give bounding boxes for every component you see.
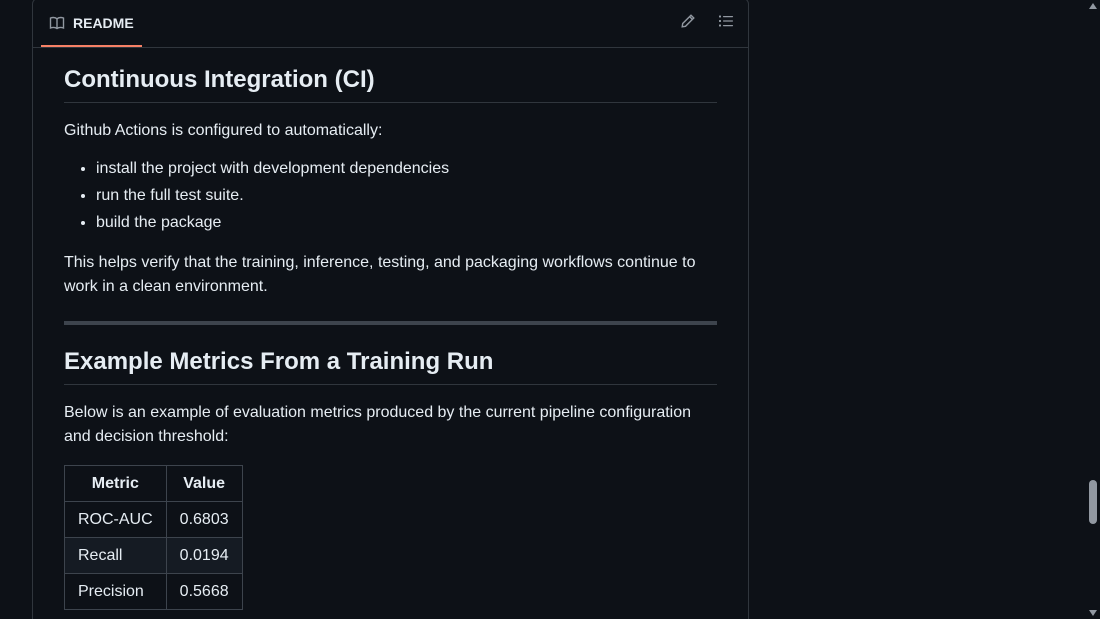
header-actions [680,13,734,29]
metrics-heading: Example Metrics From a Training Run [64,347,717,385]
readme-tab-label: README [73,15,134,31]
table-row: ROC-AUC 0.6803 [64,501,243,538]
ci-outro: This helps verify that the training, inf… [64,254,696,295]
table-row: Precision 0.5668 [64,573,243,610]
list-icon[interactable] [718,13,734,29]
metrics-intro: Below is an example of evaluation metric… [64,404,692,445]
table-cell: ROC-AUC [64,501,167,538]
list-item: install the project with development dep… [96,157,717,181]
readme-tab[interactable]: README [41,1,142,47]
list-item: run the full test suite. [96,184,717,208]
page: README Continuous Integration (CI) Githu… [0,0,1100,619]
page-scrollbar[interactable] [1086,0,1100,619]
list-item: build the package [96,211,717,235]
table-cell: 0.5668 [165,573,243,610]
readme-header: README [33,0,748,48]
scrollbar-thumb[interactable] [1089,480,1097,524]
book-icon [49,15,65,31]
table-header-row: Metric Value [64,465,243,502]
ci-list: install the project with development dep… [64,157,717,235]
readme-content: Continuous Integration (CI) Github Actio… [64,65,717,610]
metrics-table: Metric Value ROC-AUC 0.6803 Recall 0.019… [64,465,243,610]
table-cell: Precision [64,573,167,610]
table-cell: 0.0194 [165,537,243,574]
table-header-metric: Metric [64,465,167,502]
table-header-value: Value [165,465,243,502]
table-cell: Recall [64,537,167,574]
divider [64,321,717,325]
scroll-up-arrow-icon[interactable] [1089,3,1097,9]
ci-intro: Github Actions is configured to automati… [64,122,383,139]
readme-panel: README Continuous Integration (CI) Githu… [32,0,749,619]
table-row: Recall 0.0194 [64,537,243,574]
table-cell: 0.6803 [165,501,243,538]
ci-heading: Continuous Integration (CI) [64,65,717,103]
pencil-icon[interactable] [680,13,696,29]
scroll-down-arrow-icon[interactable] [1089,610,1097,616]
